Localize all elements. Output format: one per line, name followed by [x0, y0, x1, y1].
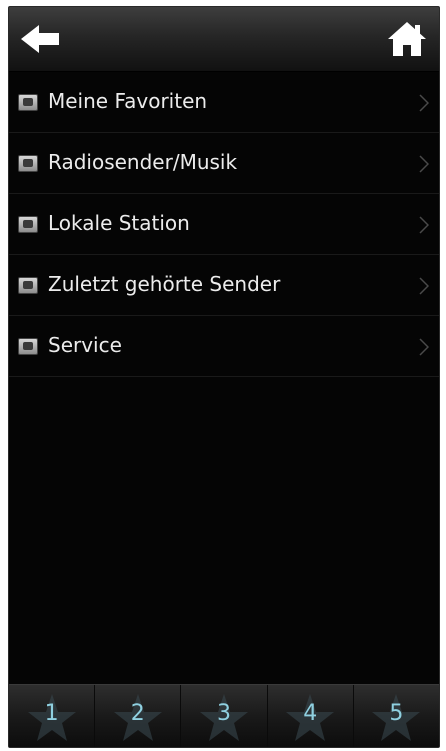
preset-number: 3 [217, 701, 231, 726]
radio-app-screen: Meine Favoriten Radiosender/Musik Lokale… [8, 6, 440, 748]
chevron-right-icon [419, 277, 429, 295]
menu-item-local-station[interactable]: Lokale Station [9, 194, 439, 255]
arrow-left-icon [21, 25, 59, 53]
preset-number: 2 [130, 701, 145, 726]
local-station-icon [18, 216, 38, 233]
menu-item-label: Meine Favoriten [48, 89, 208, 113]
menu-item-label: Radiosender/Musik [48, 150, 238, 174]
preset-button-5[interactable]: 5 [354, 685, 439, 747]
back-button[interactable] [19, 21, 67, 57]
favorites-icon [18, 94, 38, 111]
preset-bar: 1 2 3 4 5 [9, 684, 439, 747]
menu-item-recent[interactable]: Zuletzt gehörte Sender [9, 255, 439, 316]
menu-item-label: Lokale Station [48, 211, 190, 235]
music-icon [18, 155, 38, 172]
home-icon [388, 22, 426, 56]
menu-list: Meine Favoriten Radiosender/Musik Lokale… [9, 72, 439, 377]
menu-item-favorites[interactable]: Meine Favoriten [9, 72, 439, 133]
preset-number: 1 [44, 701, 59, 726]
preset-number: 4 [303, 701, 318, 726]
home-button[interactable] [385, 19, 429, 59]
chevron-right-icon [419, 155, 429, 173]
chevron-right-icon [419, 338, 429, 356]
chevron-right-icon [419, 94, 429, 112]
history-icon [18, 277, 38, 294]
menu-item-label: Service [48, 333, 122, 357]
service-icon [18, 338, 38, 355]
preset-number: 5 [389, 701, 404, 726]
menu-item-service[interactable]: Service [9, 316, 439, 377]
preset-button-2[interactable]: 2 [95, 685, 182, 747]
menu-item-radio-music[interactable]: Radiosender/Musik [9, 133, 439, 194]
preset-button-1[interactable]: 1 [9, 685, 96, 747]
top-bar [9, 7, 439, 72]
menu-item-label: Zuletzt gehörte Sender [48, 272, 281, 296]
preset-button-3[interactable]: 3 [181, 685, 268, 747]
chevron-right-icon [419, 216, 429, 234]
preset-button-4[interactable]: 4 [268, 685, 354, 747]
